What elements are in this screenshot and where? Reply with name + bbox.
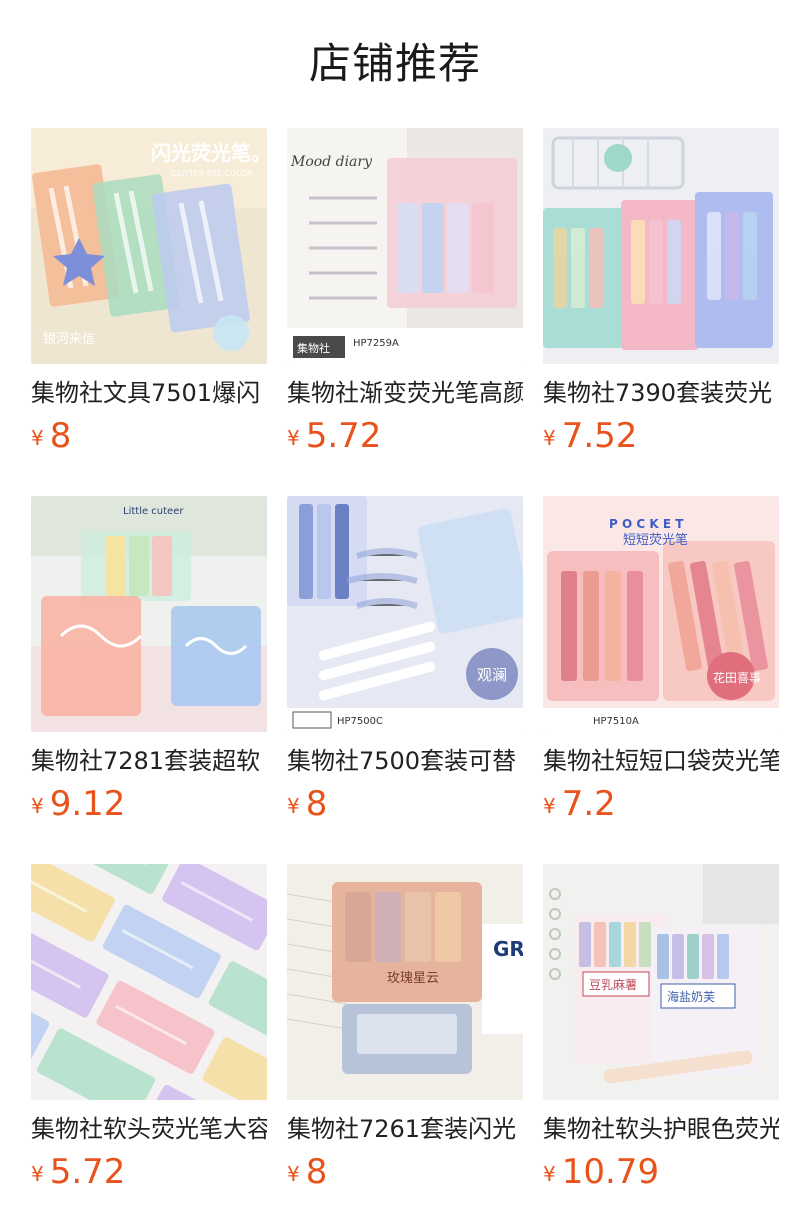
image-caption: GLITTER EYE COLOR xyxy=(171,169,253,178)
currency-symbol: ¥ xyxy=(287,1162,300,1186)
product-name: 集物社7390套装荧光 xyxy=(543,379,773,407)
image-caption: 豆乳麻薯 xyxy=(589,977,637,992)
image-caption: HP7510A xyxy=(593,716,639,727)
product-price: ¥8 xyxy=(287,1150,327,1194)
image-caption: 玫瑰星云 xyxy=(387,970,439,986)
product-name: 集物社渐变荧光笔高颜 xyxy=(287,379,523,407)
product-image[interactable]: Little cuteer xyxy=(31,496,267,732)
product-image[interactable]: HP7500C 观澜 xyxy=(287,496,523,732)
product-image[interactable]: 玫瑰星云 GR xyxy=(287,864,523,1100)
image-caption: 海盐奶芙 xyxy=(667,989,715,1004)
product-price: ¥10.79 xyxy=(543,1150,659,1194)
product-price: ¥9.12 xyxy=(31,782,125,826)
image-caption: 短短荧光笔 xyxy=(623,532,688,548)
product-name: 集物社7261套装闪光 xyxy=(287,1115,517,1143)
brand-logo: 集物社 xyxy=(297,341,330,355)
price-value: 7.52 xyxy=(561,416,638,456)
product-image[interactable]: 闪光荧光笔。 GLITTER EYE COLOR 银河来信 xyxy=(31,128,267,364)
image-caption: HP7259A xyxy=(353,338,399,349)
currency-symbol: ¥ xyxy=(543,1162,556,1186)
currency-symbol: ¥ xyxy=(543,426,556,450)
product-price: ¥8 xyxy=(31,414,71,458)
image-caption: Mood diary xyxy=(290,154,373,170)
product-name: 集物社7281套装超软 xyxy=(31,747,261,775)
product-name: 集物社文具7501爆闪 xyxy=(31,379,261,407)
product-price: ¥8 xyxy=(287,782,327,826)
currency-symbol: ¥ xyxy=(31,1162,44,1186)
product-name: 集物社软头荧光笔大容 xyxy=(31,1115,267,1143)
product-name: 集物社短短口袋荧光笔 xyxy=(543,747,779,775)
currency-symbol: ¥ xyxy=(31,794,44,818)
image-caption: Little cuteer xyxy=(123,506,184,517)
currency-symbol: ¥ xyxy=(543,794,556,818)
page-title: 店铺推荐 xyxy=(308,39,481,88)
product-name: 集物社7500套装可替 xyxy=(287,747,517,775)
image-caption: 观澜 xyxy=(477,666,507,684)
product-image[interactable] xyxy=(543,128,779,364)
price-value: 7.2 xyxy=(561,784,616,824)
image-caption: 闪光荧光笔。 xyxy=(151,141,267,165)
product-price: ¥7.52 xyxy=(543,414,637,458)
product-image[interactable]: Mood diary HP7259A 集物社 xyxy=(287,128,523,364)
image-caption: P O C K E T xyxy=(609,517,684,531)
product-image[interactable]: P O C K E T 短短荧光笔 花田喜事 HP7510A xyxy=(543,496,779,732)
price-value: 8 xyxy=(305,1152,328,1192)
price-value: 8 xyxy=(305,784,328,824)
image-caption: 银河来信 xyxy=(43,332,95,347)
image-caption: GR xyxy=(493,937,523,961)
product-price: ¥5.72 xyxy=(287,414,381,458)
currency-symbol: ¥ xyxy=(31,426,44,450)
image-caption: HP7500C xyxy=(337,716,383,727)
image-caption: 花田喜事 xyxy=(713,670,761,685)
product-price: ¥7.2 xyxy=(543,782,616,826)
price-value: 9.12 xyxy=(49,784,126,824)
product-image[interactable] xyxy=(31,864,267,1100)
price-value: 10.79 xyxy=(561,1152,660,1192)
currency-symbol: ¥ xyxy=(287,794,300,818)
price-value: 5.72 xyxy=(49,1152,126,1192)
price-value: 8 xyxy=(49,416,72,456)
product-image[interactable]: 豆乳麻薯 海盐奶芙 xyxy=(543,864,779,1100)
price-value: 5.72 xyxy=(305,416,382,456)
currency-symbol: ¥ xyxy=(287,426,300,450)
product-name: 集物社软头护眼色荧光 xyxy=(543,1115,779,1143)
product-price: ¥5.72 xyxy=(31,1150,125,1194)
